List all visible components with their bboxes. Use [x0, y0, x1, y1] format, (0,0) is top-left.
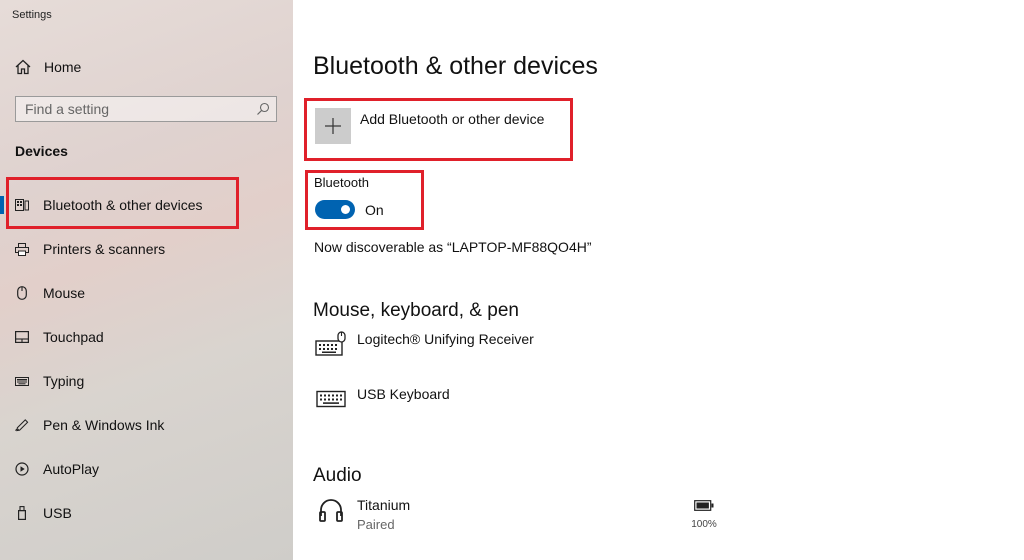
keyboard-icon: [15, 374, 29, 388]
battery-indicator: 100%: [689, 498, 719, 530]
sidebar-nav: Bluetooth & other devices Printers & sca…: [0, 183, 293, 535]
bluetooth-label: Bluetooth: [314, 175, 369, 190]
sidebar-item-label: Touchpad: [43, 329, 104, 345]
printer-icon: [15, 242, 29, 256]
device-name: Titanium: [357, 497, 411, 513]
sidebar-item-bluetooth[interactable]: Bluetooth & other devices: [0, 183, 293, 227]
sidebar-item-touchpad[interactable]: Touchpad: [0, 315, 293, 359]
device-usb-keyboard[interactable]: USB Keyboard: [315, 385, 450, 413]
keyboard-icon: [315, 385, 347, 413]
sidebar-item-label: Mouse: [43, 285, 86, 301]
sidebar-item-autoplay[interactable]: AutoPlay: [0, 447, 293, 491]
headphones-icon: [315, 496, 347, 524]
device-titanium[interactable]: Titanium Paired: [315, 496, 410, 532]
app-title: Settings: [12, 9, 52, 21]
usb-icon: [15, 506, 29, 520]
page-title: Bluetooth & other devices: [313, 52, 598, 80]
device-status: Paired: [357, 517, 395, 532]
sidebar-item-printers[interactable]: Printers & scanners: [0, 227, 293, 271]
section-heading-devices: Devices: [15, 143, 68, 159]
sidebar-item-label: Printers & scanners: [43, 241, 166, 257]
sidebar-item-label: Pen & Windows Ink: [43, 417, 165, 433]
device-name: USB Keyboard: [357, 386, 450, 402]
sidebar-item-label: Bluetooth & other devices: [43, 197, 203, 213]
search-icon[interactable]: [256, 102, 270, 116]
plus-icon: [315, 108, 351, 144]
sidebar: Settings Home Devices Bluetooth & other …: [0, 0, 293, 560]
bluetooth-state-label: On: [365, 202, 384, 218]
add-device-label: Add Bluetooth or other device: [360, 111, 545, 127]
home-label: Home: [44, 59, 82, 75]
device-name: Logitech® Unifying Receiver: [357, 331, 534, 347]
main-content: Bluetooth & other devices Add Bluetooth …: [293, 0, 1024, 560]
home-icon: [15, 59, 31, 75]
sidebar-item-mouse[interactable]: Mouse: [0, 271, 293, 315]
touchpad-icon: [15, 330, 29, 344]
add-device-button[interactable]: Add Bluetooth or other device: [315, 108, 544, 144]
battery-icon: [694, 500, 714, 511]
sidebar-item-label: AutoPlay: [43, 461, 100, 477]
battery-percent: 100%: [691, 519, 717, 530]
sidebar-item-usb[interactable]: USB: [0, 491, 293, 535]
sidebar-item-label: Typing: [43, 373, 85, 389]
sidebar-item-pen[interactable]: Pen & Windows Ink: [0, 403, 293, 447]
pen-icon: [15, 418, 29, 432]
sidebar-item-typing[interactable]: Typing: [0, 359, 293, 403]
discoverable-text: Now discoverable as “LAPTOP-MF88QO4H”: [314, 239, 592, 255]
mouse-icon: [15, 286, 29, 300]
toggle-knob: [341, 205, 350, 214]
keyboard-mouse-icon: [315, 330, 347, 358]
home-link[interactable]: Home: [14, 56, 81, 78]
autoplay-icon: [15, 462, 29, 476]
device-logitech-receiver[interactable]: Logitech® Unifying Receiver: [315, 330, 534, 358]
bluetooth-devices-icon: [15, 198, 29, 212]
section-heading-input: Mouse, keyboard, & pen: [313, 300, 519, 321]
bluetooth-toggle[interactable]: [315, 200, 355, 219]
section-heading-audio: Audio: [313, 465, 362, 486]
sidebar-item-label: USB: [43, 505, 72, 521]
search-box[interactable]: [15, 96, 277, 122]
search-input[interactable]: [16, 100, 256, 118]
